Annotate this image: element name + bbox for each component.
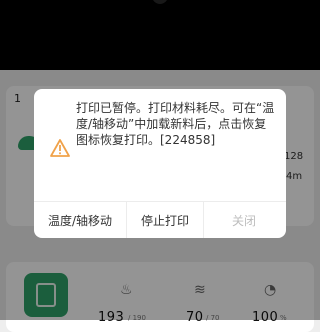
alert-message: 打印已暂停。打印材料耗尽。可在“温度/轴移动”中加载新料后，点击恢复图标恢复打印…	[76, 101, 275, 147]
close-button[interactable]: 关闭	[202, 202, 286, 238]
warning-icon	[50, 139, 70, 157]
pause-alert-dialog: 打印已暂停。打印材料耗尽。可在“温度/轴移动”中加载新料后，点击恢复图标恢复打印…	[34, 89, 286, 238]
stop-print-button[interactable]: 停止打印	[126, 202, 204, 238]
temp-axis-button[interactable]: 温度/轴移动	[38, 202, 122, 238]
